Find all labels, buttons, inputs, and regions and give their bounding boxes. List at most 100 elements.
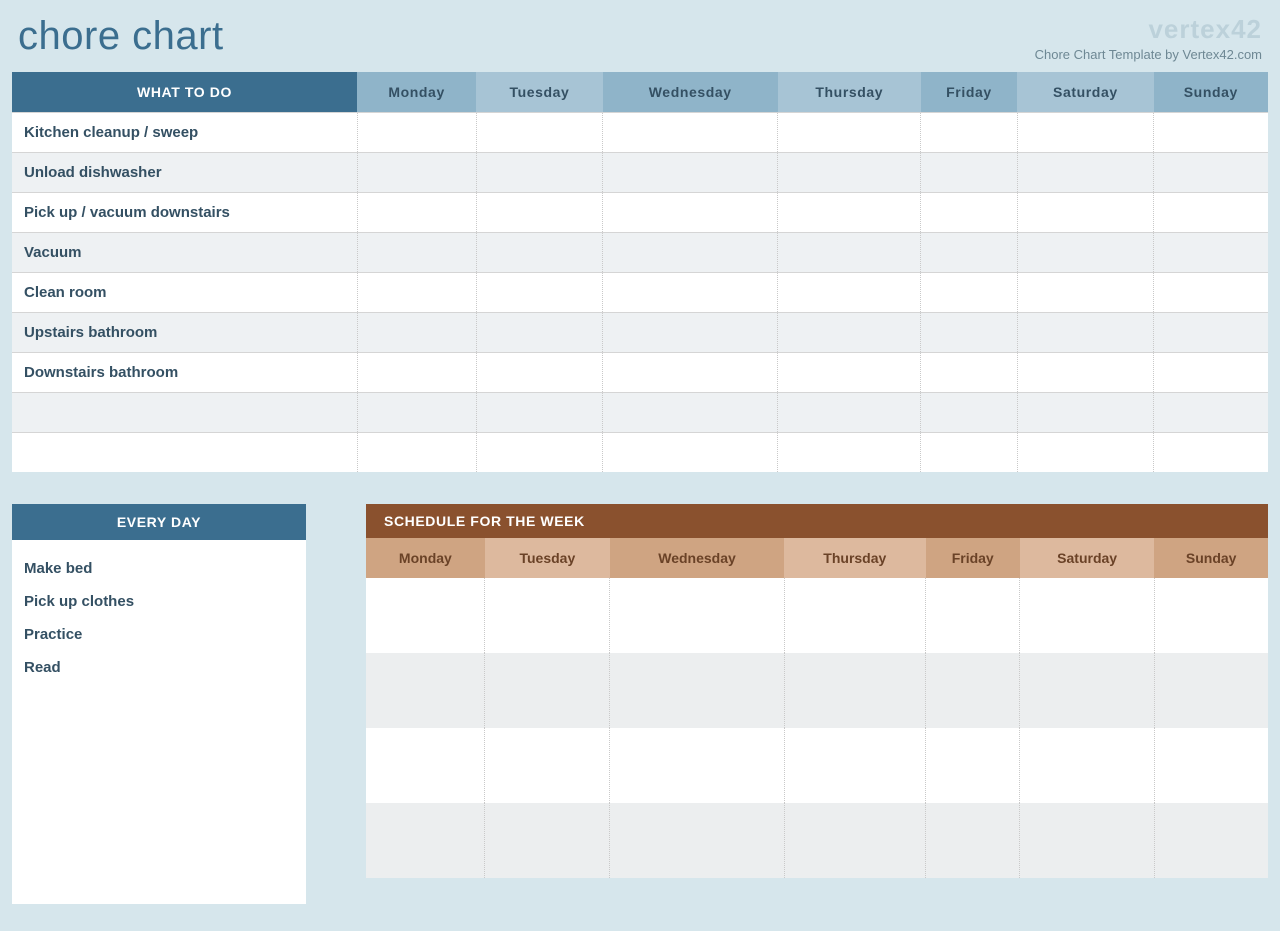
chore-cell[interactable] [357, 192, 476, 232]
chore-cell[interactable] [1154, 432, 1268, 472]
chore-cell[interactable] [603, 432, 778, 472]
every-day-panel: EVERY DAY Make bedPick up clothesPractic… [12, 504, 306, 904]
schedule-cell[interactable] [1020, 653, 1155, 728]
schedule-cell[interactable] [1154, 578, 1268, 653]
chore-cell[interactable] [921, 352, 1017, 392]
chore-cell[interactable] [778, 352, 921, 392]
chore-cell[interactable] [1017, 392, 1154, 432]
schedule-cell[interactable] [784, 653, 925, 728]
schedule-cell[interactable] [1020, 578, 1155, 653]
schedule-cell[interactable] [926, 653, 1020, 728]
chore-cell[interactable] [1154, 112, 1268, 152]
chore-cell[interactable] [921, 152, 1017, 192]
chore-cell[interactable] [357, 272, 476, 312]
chore-cell[interactable] [1154, 352, 1268, 392]
chore-cell[interactable] [1017, 152, 1154, 192]
chore-cell[interactable] [1154, 272, 1268, 312]
schedule-cell[interactable] [366, 653, 485, 728]
chore-cell[interactable] [603, 232, 778, 272]
chore-cell[interactable] [1017, 232, 1154, 272]
chore-cell[interactable] [357, 392, 476, 432]
table-row: Downstairs bathroom [12, 352, 1268, 392]
chore-cell[interactable] [357, 432, 476, 472]
chore-cell[interactable] [778, 392, 921, 432]
chore-cell[interactable] [1154, 232, 1268, 272]
schedule-cell[interactable] [1154, 653, 1268, 728]
chore-cell[interactable] [1154, 312, 1268, 352]
every-day-item: Read [24, 651, 294, 684]
chore-cell[interactable] [921, 232, 1017, 272]
chore-cell[interactable] [357, 152, 476, 192]
chore-cell[interactable] [778, 192, 921, 232]
chore-cell[interactable] [603, 392, 778, 432]
chore-cell[interactable] [476, 192, 603, 232]
chore-cell[interactable] [1154, 152, 1268, 192]
chore-cell[interactable] [778, 112, 921, 152]
schedule-cell[interactable] [610, 728, 784, 803]
schedule-cell[interactable] [784, 578, 925, 653]
chore-cell[interactable] [603, 112, 778, 152]
chore-cell[interactable] [921, 312, 1017, 352]
column-header-what-to-do: WHAT TO DO [12, 72, 357, 112]
chore-cell[interactable] [1017, 272, 1154, 312]
chore-cell[interactable] [1017, 432, 1154, 472]
schedule-cell[interactable] [485, 578, 610, 653]
schedule-header: SCHEDULE FOR THE WEEK [366, 504, 1268, 538]
chore-cell[interactable] [476, 312, 603, 352]
schedule-cell[interactable] [610, 578, 784, 653]
chore-cell[interactable] [603, 312, 778, 352]
chore-cell[interactable] [778, 312, 921, 352]
chore-cell[interactable] [476, 152, 603, 192]
chore-cell[interactable] [476, 432, 603, 472]
column-header-day: Tuesday [476, 72, 603, 112]
schedule-cell[interactable] [485, 728, 610, 803]
chore-cell[interactable] [603, 152, 778, 192]
schedule-cell[interactable] [926, 728, 1020, 803]
schedule-cell[interactable] [1154, 803, 1268, 878]
chore-cell[interactable] [778, 272, 921, 312]
schedule-cell[interactable] [784, 728, 925, 803]
schedule-cell[interactable] [1154, 728, 1268, 803]
chore-cell[interactable] [921, 272, 1017, 312]
chore-cell[interactable] [1154, 392, 1268, 432]
every-day-item: Make bed [24, 552, 294, 585]
schedule-cell[interactable] [485, 803, 610, 878]
chore-cell[interactable] [921, 432, 1017, 472]
schedule-cell[interactable] [926, 803, 1020, 878]
chore-cell[interactable] [357, 352, 476, 392]
schedule-cell[interactable] [366, 728, 485, 803]
chore-cell[interactable] [603, 352, 778, 392]
chore-cell[interactable] [357, 312, 476, 352]
chore-cell[interactable] [1154, 192, 1268, 232]
chore-cell[interactable] [1017, 312, 1154, 352]
chore-cell[interactable] [476, 232, 603, 272]
chore-cell[interactable] [778, 232, 921, 272]
schedule-cell[interactable] [1020, 728, 1155, 803]
schedule-cell[interactable] [366, 803, 485, 878]
chore-cell[interactable] [476, 272, 603, 312]
chore-cell[interactable] [1017, 112, 1154, 152]
schedule-cell[interactable] [1020, 803, 1155, 878]
schedule-cell[interactable] [610, 653, 784, 728]
chore-cell[interactable] [603, 272, 778, 312]
chore-cell[interactable] [921, 392, 1017, 432]
every-day-item: Pick up clothes [24, 585, 294, 618]
chore-cell[interactable] [778, 432, 921, 472]
chore-cell[interactable] [1017, 352, 1154, 392]
chore-cell[interactable] [921, 192, 1017, 232]
chore-cell[interactable] [603, 192, 778, 232]
chore-cell[interactable] [357, 112, 476, 152]
chore-cell[interactable] [778, 152, 921, 192]
chore-cell[interactable] [921, 112, 1017, 152]
schedule-cell[interactable] [784, 803, 925, 878]
schedule-cell[interactable] [926, 578, 1020, 653]
chore-cell[interactable] [476, 392, 603, 432]
schedule-cell[interactable] [610, 803, 784, 878]
chore-cell[interactable] [476, 352, 603, 392]
chore-cell[interactable] [476, 112, 603, 152]
chore-cell[interactable] [1017, 192, 1154, 232]
schedule-cell[interactable] [485, 653, 610, 728]
chore-cell[interactable] [357, 232, 476, 272]
chore-label: Downstairs bathroom [12, 352, 357, 392]
schedule-cell[interactable] [366, 578, 485, 653]
